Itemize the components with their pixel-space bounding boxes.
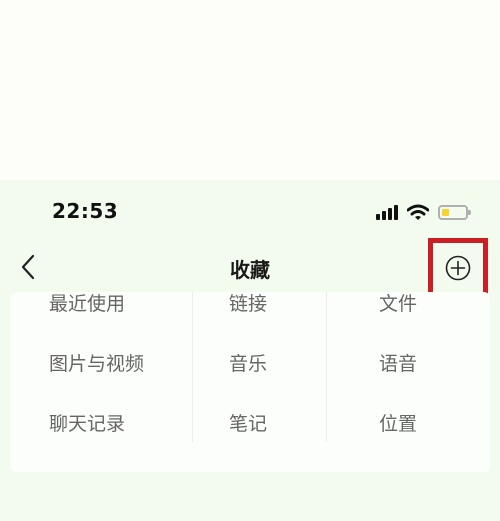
category-files[interactable]: 文件 [379, 292, 417, 322]
battery-icon [438, 204, 471, 220]
category-card: 最近使用 链接 文件 图片与视频 音乐 语音 聊天记录 笔记 位置 [10, 292, 490, 472]
category-recent[interactable]: 最近使用 [49, 292, 125, 322]
wifi-icon [407, 204, 429, 220]
category-music[interactable]: 音乐 [229, 346, 267, 382]
category-notes[interactable]: 笔记 [229, 406, 267, 442]
page-title: 收藏 [230, 258, 270, 282]
category-chat-history[interactable]: 聊天记录 [49, 406, 125, 442]
status-icons [376, 200, 471, 224]
blank-area [0, 0, 500, 180]
column-divider [326, 292, 327, 442]
cellular-signal-icon [376, 205, 398, 220]
category-photos-videos[interactable]: 图片与视频 [49, 346, 144, 382]
category-voice[interactable]: 语音 [379, 346, 417, 382]
phone-screen: 22:53 收藏 最近使用 链接 文件 图片与视频 音乐 语音 聊天记录 笔记 … [0, 180, 500, 521]
category-location[interactable]: 位置 [379, 406, 417, 442]
status-time: 22:53 [52, 199, 119, 223]
category-grid: 最近使用 链接 文件 图片与视频 音乐 语音 聊天记录 笔记 位置 [10, 292, 490, 472]
column-divider [192, 292, 193, 442]
battery-level [442, 208, 449, 216]
plus-circle-icon [445, 255, 471, 281]
add-favorite-button[interactable] [428, 238, 488, 298]
category-links[interactable]: 链接 [229, 292, 267, 322]
